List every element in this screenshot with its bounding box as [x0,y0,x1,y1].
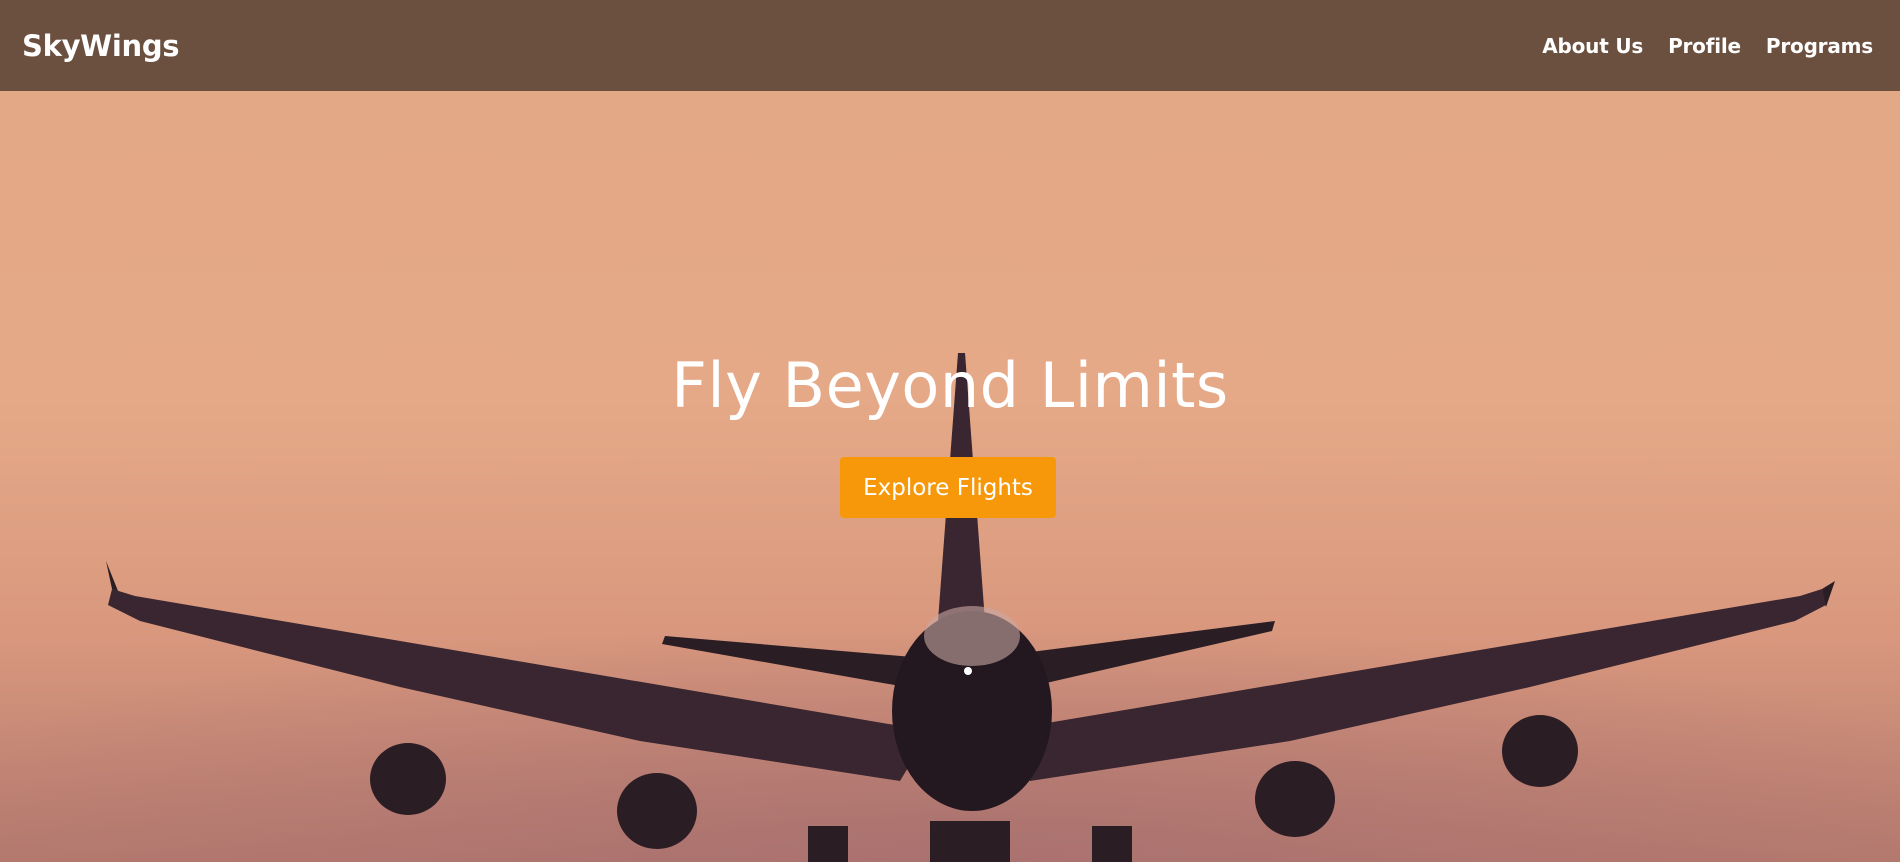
brand-logo[interactable]: SkyWings [22,29,180,63]
nav-links: About Us Profile Programs [1542,34,1873,58]
hero-title: Fly Beyond Limits [671,349,1229,422]
explore-flights-button[interactable]: Explore Flights [840,457,1056,518]
navbar: SkyWings About Us Profile Programs [0,0,1900,91]
hero-section: Fly Beyond Limits Explore Flights [0,91,1900,862]
nav-link-profile[interactable]: Profile [1668,34,1741,58]
nav-link-about-us[interactable]: About Us [1542,34,1643,58]
nav-link-programs[interactable]: Programs [1766,34,1873,58]
